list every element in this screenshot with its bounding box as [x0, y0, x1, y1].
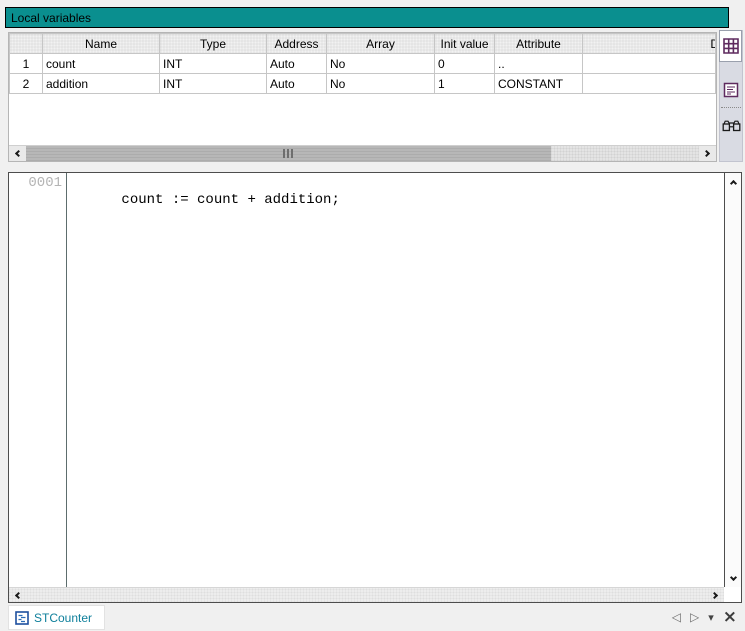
tab-bar: STCounter ◁ ▷ ▾ × — [0, 605, 745, 631]
tab-label: STCounter — [34, 611, 92, 625]
tab-navigation: ◁ ▷ ▾ × — [672, 607, 737, 627]
variables-hscrollbar[interactable] — [9, 145, 716, 161]
col-header-address[interactable]: Address — [267, 34, 327, 54]
cell-array[interactable]: No — [327, 74, 435, 94]
col-header-type[interactable]: Type — [160, 34, 267, 54]
grid-icon — [722, 37, 740, 55]
prev-tab-button[interactable]: ◁ — [672, 610, 681, 624]
corner-cell — [10, 34, 43, 54]
scroll-left-button[interactable] — [9, 146, 26, 161]
cell-documentation[interactable] — [583, 54, 716, 74]
chevron-down-icon — [729, 573, 736, 580]
code-area[interactable]: count := count + addition; — [69, 173, 724, 587]
col-header-attribute[interactable]: Attribute — [495, 34, 583, 54]
cell-type[interactable]: INT — [160, 74, 267, 94]
col-header-array[interactable]: Array — [327, 34, 435, 54]
chevron-left-icon — [15, 150, 22, 157]
grid-view-button[interactable] — [719, 30, 742, 62]
close-tab-button[interactable]: × — [723, 610, 737, 624]
chevron-right-icon — [711, 591, 718, 598]
hscroll-thumb[interactable] — [26, 146, 551, 161]
chevron-right-icon — [703, 150, 710, 157]
tab-stcounter[interactable]: STCounter — [8, 605, 105, 630]
panel-title-bar[interactable]: Local variables — [5, 7, 729, 28]
code-line: count := count + addition; — [121, 192, 339, 208]
st-program-icon — [15, 611, 29, 625]
cell-attribute[interactable]: CONSTANT — [495, 74, 583, 94]
chevron-up-icon — [729, 179, 736, 186]
table-empty-area — [9, 95, 716, 145]
cell-init-value[interactable]: 1 — [435, 74, 495, 94]
document-icon — [723, 82, 739, 98]
side-toolbar — [719, 30, 743, 162]
variables-panel: Name Type Address Array Init value Attri… — [8, 32, 717, 162]
col-header-name[interactable]: Name — [43, 34, 160, 54]
row-number[interactable]: 2 — [10, 74, 43, 94]
cell-name[interactable]: addition — [43, 74, 160, 94]
scroll-down-button[interactable] — [725, 571, 741, 585]
find-button[interactable] — [720, 111, 742, 141]
st-code-editor: 0001 count := count + addition; — [8, 172, 742, 603]
cell-init-value[interactable]: 0 — [435, 54, 495, 74]
scroll-right-button[interactable] — [707, 588, 724, 602]
cell-array[interactable]: No — [327, 54, 435, 74]
tab-menu-button[interactable]: ▾ — [708, 611, 714, 624]
toolbar-divider — [721, 107, 741, 108]
cell-address[interactable]: Auto — [267, 54, 327, 74]
variables-table: Name Type Address Array Init value Attri… — [9, 33, 716, 94]
next-tab-button[interactable]: ▷ — [690, 610, 699, 624]
col-header-documentation[interactable]: D — [583, 34, 716, 54]
scroll-up-button[interactable] — [725, 175, 741, 189]
panel-title: Local variables — [11, 11, 91, 25]
variable-row: 2 addition INT Auto No 1 CONSTANT — [10, 74, 716, 94]
local-variables-window: Local variables Name Type Address Array … — [0, 0, 745, 631]
line-number-gutter: 0001 — [9, 173, 67, 587]
table-header-row: Name Type Address Array Init value Attri… — [10, 34, 716, 54]
chevron-left-icon — [15, 591, 22, 598]
cell-type[interactable]: INT — [160, 54, 267, 74]
scroll-right-button[interactable] — [699, 146, 716, 161]
scroll-left-button[interactable] — [9, 588, 26, 602]
cell-attribute[interactable]: .. — [495, 54, 583, 74]
editor-hscrollbar[interactable] — [9, 587, 724, 602]
binoculars-icon — [722, 120, 741, 132]
cell-address[interactable]: Auto — [267, 74, 327, 94]
cell-name[interactable]: count — [43, 54, 160, 74]
editor-vscrollbar[interactable] — [724, 173, 741, 587]
row-number[interactable]: 1 — [10, 54, 43, 74]
line-number: 0001 — [9, 175, 66, 192]
thumb-grip-icon — [283, 149, 293, 158]
col-header-init-value[interactable]: Init value — [435, 34, 495, 54]
variable-row: 1 count INT Auto No 0 .. — [10, 54, 716, 74]
document-view-button[interactable] — [720, 75, 742, 105]
cell-documentation[interactable] — [583, 74, 716, 94]
hscroll-track[interactable] — [26, 146, 699, 161]
